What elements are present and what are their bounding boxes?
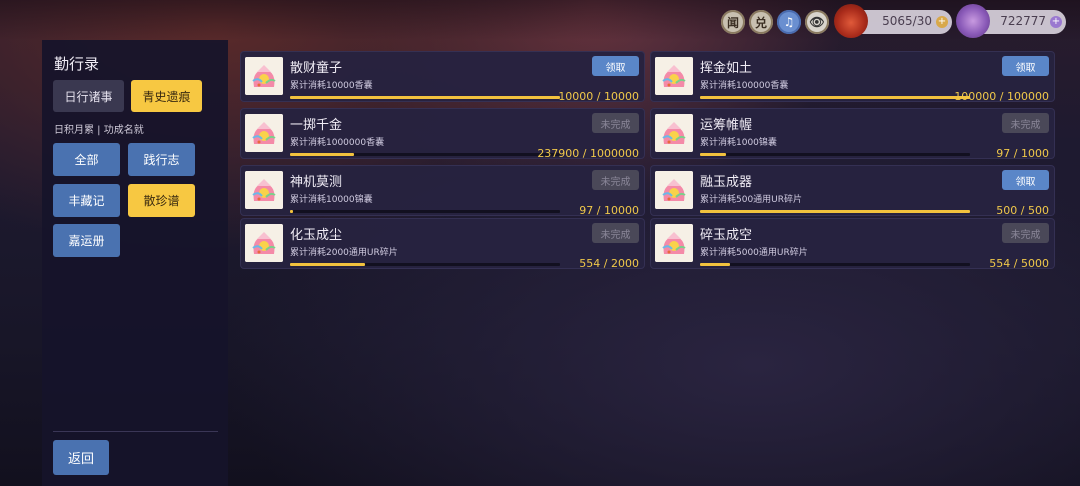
claim-button[interactable]: 领取 — [592, 56, 639, 76]
sachet-reward-icon — [655, 224, 693, 262]
progress-bar — [700, 263, 970, 266]
exchange-icon[interactable]: 兑 — [749, 10, 773, 34]
category-collection-button[interactable]: 丰藏记 — [53, 184, 120, 217]
progress-bar — [700, 153, 970, 156]
sachet-icon — [834, 4, 868, 38]
progress-fill — [700, 263, 730, 266]
incomplete-badge: 未完成 — [592, 113, 639, 133]
achievement-description: 累计消耗1000000香囊 — [290, 138, 385, 148]
add-sachet-icon[interactable]: + — [936, 16, 948, 28]
incomplete-badge: 未完成 — [1002, 113, 1049, 133]
achievement-card: 融玉成器累计消耗500通用UR碎片 领取 500 / 500 — [650, 165, 1055, 217]
section-subheading: 日积月累 | 功成名就 — [54, 125, 144, 136]
add-brocade-icon[interactable]: + — [1050, 16, 1062, 28]
progress-fill — [290, 263, 365, 266]
progress-bar — [290, 96, 560, 99]
achievement-card: 神机莫测累计消耗10000锦囊 未完成 97 / 10000 — [240, 165, 645, 217]
sachet-reward-icon — [245, 57, 283, 95]
category-practice-button[interactable]: 践行志 — [128, 143, 195, 176]
progress-fill — [700, 96, 970, 99]
achievement-description: 累计消耗2000通用UR碎片 — [290, 248, 398, 258]
achievement-title: 挥金如土 — [700, 61, 753, 76]
achievement-description: 累计消耗5000通用UR碎片 — [700, 248, 808, 258]
achievement-title: 运筹帷幄 — [700, 118, 753, 133]
category-fortune-button[interactable]: 嘉运册 — [53, 224, 120, 257]
incomplete-badge: 未完成 — [592, 223, 639, 243]
achievement-description: 累计消耗10000香囊 — [290, 81, 373, 91]
incomplete-badge: 未完成 — [1002, 223, 1049, 243]
divider — [53, 431, 218, 432]
achievement-title: 散财童子 — [290, 61, 343, 76]
achievement-description: 累计消耗500通用UR碎片 — [700, 195, 803, 205]
top-bar: 闻 兑 ♫ 👁 5065/30 + 722777 + — [0, 0, 1080, 40]
progress-fill — [290, 210, 293, 213]
brocade-amount: 722777 — [1000, 14, 1046, 28]
progress-text: 554 / 5000 — [989, 257, 1049, 270]
sachet-currency: 5065/30 + — [834, 4, 952, 38]
sachet-reward-icon — [655, 171, 693, 209]
category-all-button[interactable]: 全部 — [53, 143, 120, 176]
achievement-title: 融玉成器 — [700, 175, 753, 190]
claim-button[interactable]: 领取 — [1002, 56, 1049, 76]
sachet-reward-icon — [245, 224, 283, 262]
achievement-card: 碎玉成空累计消耗5000通用UR碎片 未完成 554 / 5000 — [650, 218, 1055, 270]
progress-text: 554 / 2000 — [579, 257, 639, 270]
sachet-reward-icon — [655, 57, 693, 95]
sachet-reward-icon — [245, 171, 283, 209]
progress-text: 237900 / 1000000 — [537, 147, 639, 160]
progress-bar — [290, 210, 560, 213]
news-icon[interactable]: 闻 — [721, 10, 745, 34]
sachet-reward-icon — [655, 114, 693, 152]
progress-fill — [290, 153, 355, 156]
achievement-description: 累计消耗100000香囊 — [700, 81, 789, 91]
incomplete-badge: 未完成 — [592, 170, 639, 190]
sachet-amount: 5065/30 — [882, 14, 932, 28]
progress-bar — [290, 153, 560, 156]
progress-text: 97 / 10000 — [579, 204, 639, 217]
achievement-card: 挥金如土累计消耗100000香囊 领取 100000 / 100000 — [650, 51, 1055, 103]
sidebar: 勤行录 日行诸事 青史遗痕 日积月累 | 功成名就 全部 践行志 丰藏记 散珍谱… — [42, 40, 228, 486]
achievement-card: 运筹帷幄累计消耗1000锦囊 未完成 97 / 1000 — [650, 108, 1055, 160]
achievement-title: 碎玉成空 — [700, 228, 753, 243]
progress-bar — [290, 263, 560, 266]
tab-history[interactable]: 青史遗痕 — [131, 80, 202, 112]
brocade-currency: 722777 + — [956, 4, 1066, 38]
progress-bar — [700, 210, 970, 213]
achievement-title: 化玉成尘 — [290, 228, 343, 243]
achievement-card: 化玉成尘累计消耗2000通用UR碎片 未完成 554 / 2000 — [240, 218, 645, 270]
music-icon[interactable]: ♫ — [777, 10, 801, 34]
achievement-description: 累计消耗1000锦囊 — [700, 138, 777, 148]
progress-text: 100000 / 100000 — [954, 90, 1049, 103]
progress-text: 500 / 500 — [996, 204, 1049, 217]
category-spending-button[interactable]: 散珍谱 — [128, 184, 195, 217]
progress-bar — [700, 96, 970, 99]
achievement-title: 神机莫测 — [290, 175, 343, 190]
sachet-reward-icon — [245, 114, 283, 152]
brocade-icon — [956, 4, 990, 38]
progress-fill — [700, 210, 970, 213]
progress-fill — [700, 153, 727, 156]
achievement-card: 散财童子累计消耗10000香囊 领取 10000 / 10000 — [240, 51, 645, 103]
progress-text: 97 / 1000 — [996, 147, 1049, 160]
page-title: 勤行录 — [54, 55, 100, 73]
achievement-title: 一掷千金 — [290, 118, 343, 133]
back-button[interactable]: 返回 — [53, 440, 109, 475]
tab-daily[interactable]: 日行诸事 — [53, 80, 124, 112]
progress-text: 10000 / 10000 — [558, 90, 639, 103]
progress-fill — [290, 96, 560, 99]
achievement-description: 累计消耗10000锦囊 — [290, 195, 373, 205]
claim-button[interactable]: 领取 — [1002, 170, 1049, 190]
eye-icon[interactable]: 👁 — [805, 10, 829, 34]
achievement-card: 一掷千金累计消耗1000000香囊 未完成 237900 / 1000000 — [240, 108, 645, 160]
